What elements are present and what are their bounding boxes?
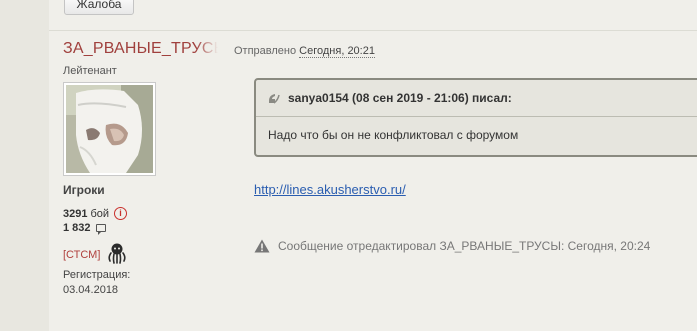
- posted-prefix: Отправлено: [234, 45, 297, 57]
- page-left-margin: [0, 0, 49, 331]
- battles-count: 3291: [63, 207, 88, 220]
- edit-notice-text: Сообщение отредактировал ЗА_РВАНЫЕ_ТРУСЫ…: [278, 239, 651, 253]
- author-rank: Лейтенант: [63, 65, 117, 77]
- quote-header: sanya0154 (08 сен 2019 - 21:06) писал:: [256, 80, 697, 117]
- avatar[interactable]: [63, 82, 156, 176]
- posts-stat: 1 832: [63, 222, 106, 235]
- author-group: Игроки: [63, 183, 105, 197]
- posts-count: 1 832: [63, 222, 91, 234]
- octopus-clan-icon[interactable]: [105, 241, 129, 265]
- quote-block: sanya0154 (08 сен 2019 - 21:06) писал: Н…: [254, 78, 697, 157]
- info-icon[interactable]: i: [114, 207, 128, 220]
- clan-tag-link[interactable]: [СТСМ]: [63, 249, 100, 261]
- quote-icon[interactable]: [268, 92, 280, 104]
- post-divider: [49, 30, 697, 31]
- edit-notice: Сообщение отредактировал ЗА_РВАНЫЕ_ТРУСЫ…: [254, 239, 650, 253]
- quote-author: sanya0154 (08 сен 2019 - 21:06) писал:: [288, 91, 512, 105]
- posted-time: Сегодня, 20:21: [299, 45, 375, 58]
- registration-date: 03.04.2018: [63, 284, 119, 296]
- battles-stat: 3291 бой i: [63, 207, 128, 220]
- report-button[interactable]: Жалоба: [64, 0, 134, 15]
- quote-text: Надо что бы он не конфликтовал с форумом: [268, 128, 519, 142]
- post-link[interactable]: http://lines.akusherstvo.ru/: [254, 182, 406, 197]
- post-timestamp: Отправлено Сегодня, 20:21: [234, 45, 375, 58]
- warning-icon: [254, 239, 270, 253]
- battles-label: бой: [90, 207, 110, 220]
- author-name-link[interactable]: ЗА_РВАНЫЕ_ТРУСЫ: [63, 40, 218, 60]
- registration-label: Регистрация:: [63, 269, 131, 281]
- comment-icon: [95, 224, 106, 235]
- avatar-image: [66, 85, 153, 173]
